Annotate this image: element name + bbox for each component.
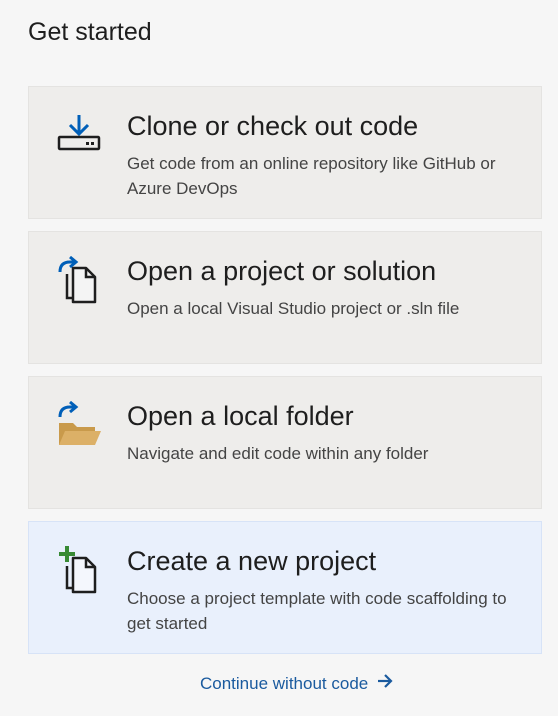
open-folder-card[interactable]: Open a local folder Navigate and edit co…	[28, 376, 542, 509]
card-description: Navigate and edit code within any folder	[127, 444, 429, 463]
create-new-project-card[interactable]: Create a new project Choose a project te…	[28, 521, 542, 654]
card-title: Open a local folder	[127, 401, 354, 431]
clone-download-icon	[55, 111, 103, 159]
arrow-right-icon	[377, 673, 393, 693]
open-project-icon	[55, 255, 103, 304]
card-title: Create a new project	[127, 546, 377, 576]
card-description: Open a local Visual Studio project or .s…	[127, 299, 460, 318]
card-description: Choose a project template with code scaf…	[127, 589, 507, 633]
card-description: Get code from an online repository like …	[127, 154, 496, 198]
continue-without-code-link[interactable]: Continue without code	[200, 674, 393, 694]
continue-without-code-label: Continue without code	[200, 674, 369, 693]
card-title: Clone or check out code	[127, 111, 419, 141]
card-title: Open a project or solution	[127, 256, 437, 286]
clone-checkout-card[interactable]: Clone or check out code Get code from an…	[28, 86, 542, 219]
open-folder-icon	[55, 400, 103, 449]
page-title: Get started	[28, 18, 152, 46]
open-project-card[interactable]: Open a project or solution Open a local …	[28, 231, 542, 364]
new-project-icon	[55, 546, 103, 594]
